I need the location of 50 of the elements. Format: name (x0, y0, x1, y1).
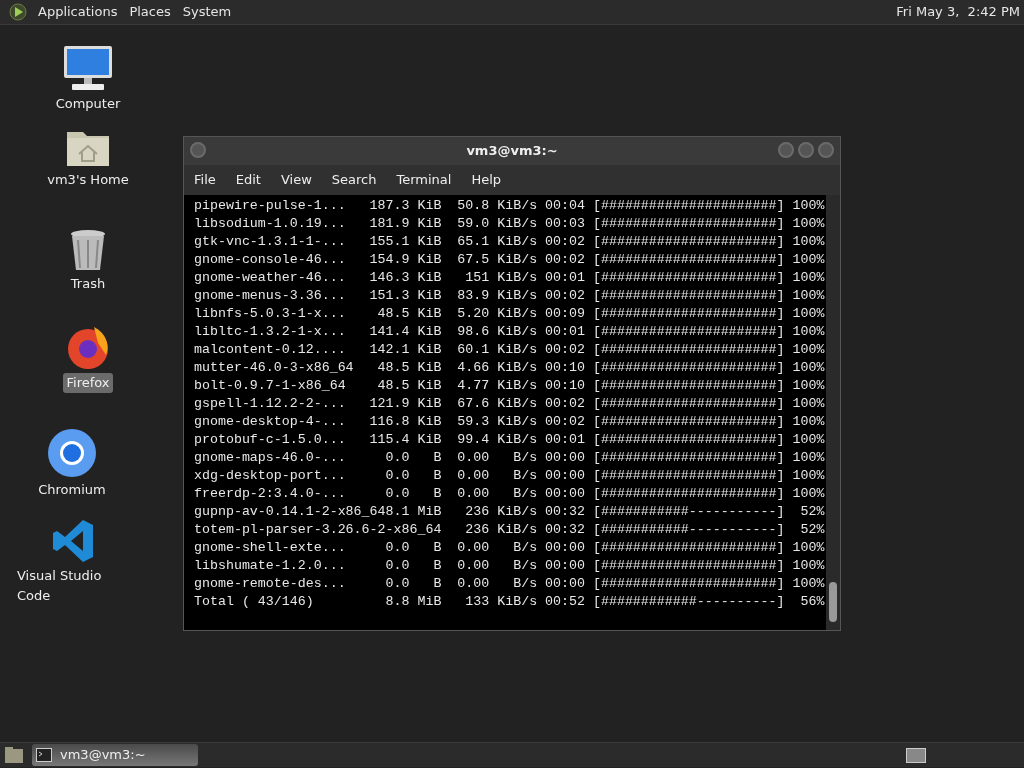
terminal-line: gnome-shell-exte... 0.0 B 0.00 B/s 00:00 [######################] 100% (194, 539, 826, 557)
desktop-icon-label[interactable]: vm3's Home (44, 170, 132, 190)
terminal-line: libshumate-1.2.0... 0.0 B 0.00 B/s 00:00 [######################] 100% (194, 557, 826, 575)
scrollbar[interactable] (826, 195, 840, 630)
panel-menu[interactable]: Applications (32, 2, 124, 22)
desktop-icon-label[interactable]: Trash (67, 274, 109, 294)
menu-item[interactable]: Help (461, 170, 512, 190)
terminal-icon (36, 748, 52, 762)
terminal-line: gnome-remote-des... 0.0 B 0.00 B/s 00:00 [######################] 100% (194, 575, 826, 593)
window-title: vm3@vm3:~ (466, 142, 558, 161)
desktop-icon-label[interactable]: Chromium (35, 480, 109, 500)
terminal-line: bolt-0.9.7-1-x86_64 48.5 KiB 4.77 KiB/s 00:10 [######################] 100% (194, 377, 826, 395)
terminal-line: pipewire-pulse-1... 187.3 KiB 50.8 KiB/s 00:04 [######################] 100% (194, 197, 826, 215)
clock: Fri May 3, 2:42 PM (896, 3, 1020, 22)
terminal-line: gnome-maps-46.0-... 0.0 B 0.00 B/s 00:00 [######################] 100% (194, 449, 826, 467)
terminal-line: gtk-vnc-1.3.1-1-... 155.1 KiB 65.1 KiB/s 00:02 [######################] 100% (194, 233, 826, 251)
terminal-line: protobuf-c-1.5.0... 115.4 KiB 99.4 KiB/s 00:01 [######################] 100% (194, 431, 826, 449)
menu-item[interactable]: Edit (225, 170, 271, 190)
terminal-line: libsodium-1.0.19... 181.9 KiB 59.0 KiB/s 00:03 [######################] 100% (194, 215, 826, 233)
desktop-icon-label[interactable]: Computer (52, 94, 124, 114)
terminal-line: gnome-console-46... 154.9 KiB 67.5 KiB/s 00:02 [######################] 100% (194, 251, 826, 269)
menu-item[interactable]: File (184, 170, 226, 190)
desktop-icon-label[interactable]: Firefox (63, 373, 113, 393)
terminal-line: Total ( 43/146) 8.8 MiB 133 KiB/s 00:52 [############----------] 56% (194, 593, 826, 611)
show-desktop-icon[interactable] (4, 746, 24, 764)
terminal-line: totem-pl-parser-3.26.6-2-x86_64 236 KiB/s 00:32 [###########-----------] 52% (194, 521, 826, 539)
workspace-switcher[interactable] (906, 747, 926, 763)
terminal-line: malcontent-0.12.... 142.1 KiB 60.1 KiB/s 00:02 [######################] 100% (194, 341, 826, 359)
terminal-line: gupnp-av-0.14.1-2-x86_648.1 MiB 236 KiB/s 00:32 [###########-----------] 52% (194, 503, 826, 521)
terminal-line: libltc-1.3.2-1-x... 141.4 KiB 98.6 KiB/s 00:01 [######################] 100% (194, 323, 826, 341)
terminal-line: gnome-menus-3.36... 151.3 KiB 83.9 KiB/s 00:02 [######################] 100% (194, 287, 826, 305)
menu-item[interactable]: Terminal (386, 170, 462, 190)
terminal-line: gnome-weather-46... 146.3 KiB 151 KiB/s 00:01 [######################] 100% (194, 269, 826, 287)
menu-item[interactable]: Search (321, 170, 387, 190)
terminal-line: libnfs-5.0.3-1-x... 48.5 KiB 5.20 KiB/s 00:09 [######################] 100% (194, 305, 826, 323)
desktop-icon-label[interactable]: Visual Studio Code (14, 566, 134, 605)
terminal-line: mutter-46.0-3-x86_64 48.5 KiB 4.66 KiB/s 00:10 [######################] 100% (194, 359, 826, 377)
terminal-line: freerdp-2:3.4.0-... 0.0 B 0.00 B/s 00:00 [######################] 100% (194, 485, 826, 503)
taskbar-task[interactable]: vm3@vm3:~ (32, 744, 198, 766)
app-menu-icon[interactable] (8, 2, 28, 22)
scrollbar-thumb[interactable] (829, 582, 837, 622)
panel-menu[interactable]: System (176, 2, 238, 22)
terminal-line: gspell-1.12.2-2-... 121.9 KiB 67.6 KiB/s 00:02 [######################] 100% (194, 395, 826, 413)
computer-icon[interactable] (62, 44, 114, 92)
terminal-line: gnome-desktop-4-... 116.8 KiB 59.3 KiB/s 00:02 [######################] 100% (194, 413, 826, 431)
menu-item[interactable]: View (270, 170, 322, 190)
terminal-line: xdg-desktop-port... 0.0 B 0.00 B/s 00:00 [######################] 100% (194, 467, 826, 485)
trash-icon[interactable] (68, 228, 108, 272)
panel-menu[interactable]: Places (123, 2, 177, 22)
chromium-icon[interactable] (47, 428, 97, 478)
